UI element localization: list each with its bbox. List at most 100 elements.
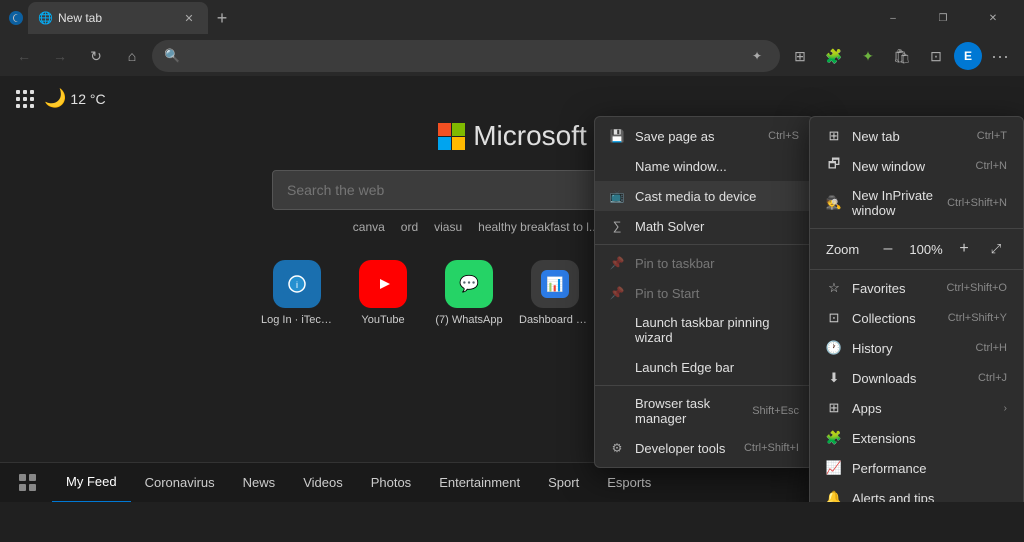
mm-inprivate[interactable]: 🕵 New InPrivate window Ctrl+Shift+N xyxy=(810,181,1023,225)
refresh-button[interactable]: ↻ xyxy=(80,40,112,72)
quick-link-breakfast[interactable]: healthy breakfast to l... xyxy=(474,218,603,236)
news-tab-coronavirus[interactable]: Coronavirus xyxy=(131,463,229,503)
settings-more-button[interactable]: ··· xyxy=(984,40,1016,72)
mm-new-tab-label: New tab xyxy=(852,129,900,144)
shortcut-itech[interactable]: i Log In · iTech... xyxy=(261,260,333,326)
news-tab-photos[interactable]: Photos xyxy=(357,463,425,503)
mm-downloads-shortcut: Ctrl+J xyxy=(978,372,1007,384)
new-tab-button[interactable]: + xyxy=(208,4,236,32)
save-icon: 💾 xyxy=(609,128,625,144)
shortcut-whatsapp-label: (7) WhatsApp xyxy=(433,314,505,326)
shortcut-youtube-label: YouTube xyxy=(347,314,419,326)
cm-task-manager[interactable]: Browser task manager Shift+Esc xyxy=(595,389,813,433)
profile-button[interactable]: E xyxy=(954,42,982,70)
workspaces-icon[interactable]: ⊡ xyxy=(920,40,952,72)
zoom-plus-button[interactable]: + xyxy=(951,236,977,262)
mm-collections-shortcut: Ctrl+Shift+Y xyxy=(948,312,1007,324)
svg-text:📊: 📊 xyxy=(546,276,563,293)
context-menu-small: 💾 Save page as Ctrl+S Name window... 📺 C… xyxy=(594,116,814,468)
sidebar-toggle-button[interactable]: ⊞ xyxy=(784,40,816,72)
tab-close-button[interactable]: ✕ xyxy=(180,9,198,27)
mm-downloads[interactable]: ⬇ Downloads Ctrl+J xyxy=(810,363,1023,393)
mm-new-window-shortcut: Ctrl+N xyxy=(976,160,1007,172)
cm-sep2 xyxy=(595,385,813,386)
svg-text:i: i xyxy=(296,280,298,290)
cm-save-page-as[interactable]: 💾 Save page as Ctrl+S xyxy=(595,121,813,151)
window-controls: – ❐ ✕ xyxy=(870,0,1016,36)
copilot-icon[interactable]: ✦ xyxy=(746,45,768,67)
main-menu: ⊞ New tab Ctrl+T 🗗 New window Ctrl+N 🕵 N… xyxy=(809,116,1024,502)
collections-icon: ⊡ xyxy=(826,310,842,326)
tab-title: New tab xyxy=(58,11,174,25)
shopping-icon[interactable]: 🛍 xyxy=(886,40,918,72)
zoom-row: Zoom – 100% + ⤢ xyxy=(810,232,1023,266)
shortcut-youtube[interactable]: YouTube xyxy=(347,260,419,326)
mm-favorites[interactable]: ☆ Favorites Ctrl+Shift+O xyxy=(810,273,1023,303)
wizard-icon xyxy=(609,322,625,338)
new-window-icon: 🗗 xyxy=(826,158,842,174)
cm-dev-tools[interactable]: ⚙ Developer tools Ctrl+Shift+I xyxy=(595,433,813,463)
restore-button[interactable]: ❐ xyxy=(920,0,966,36)
copilot-toolbar-icon[interactable]: ✦ xyxy=(852,40,884,72)
pin-start-icon: 📌 xyxy=(609,285,625,301)
quick-link-ord[interactable]: ord xyxy=(397,218,422,236)
apps-grid-icon[interactable] xyxy=(16,90,34,108)
back-button[interactable]: ← xyxy=(8,40,40,72)
mm-performance[interactable]: 📈 Performance xyxy=(810,453,1023,483)
mm-new-tab[interactable]: ⊞ New tab Ctrl+T xyxy=(810,121,1023,151)
news-tab-sport[interactable]: Sport xyxy=(534,463,593,503)
logo-area: Microsoft xyxy=(437,120,587,152)
toolbar-right: ⊞ 🧩 ✦ 🛍 ⊡ E ··· xyxy=(784,40,1016,72)
news-tab-myfeed[interactable]: My Feed xyxy=(52,463,131,503)
logo-text: Microsoft xyxy=(473,120,587,152)
close-button[interactable]: ✕ xyxy=(970,0,1016,36)
cm-launch-taskbar-wizard[interactable]: Launch taskbar pinning wizard xyxy=(595,308,813,352)
downloads-icon: ⬇ xyxy=(826,370,842,386)
cm-launch-wizard-label: Launch taskbar pinning wizard xyxy=(635,315,799,345)
zoom-percent: 100% xyxy=(907,242,945,257)
news-tab-videos[interactable]: Videos xyxy=(289,463,357,503)
address-right-icons: ✦ xyxy=(746,45,768,67)
cm-launch-edge-bar[interactable]: Launch Edge bar xyxy=(595,352,813,382)
home-button[interactable]: ⌂ xyxy=(116,40,148,72)
forward-button[interactable]: → xyxy=(44,40,76,72)
mm-new-window[interactable]: 🗗 New window Ctrl+N xyxy=(810,151,1023,181)
mm-collections-label: Collections xyxy=(852,311,916,326)
zoom-minus-button[interactable]: – xyxy=(875,236,901,262)
shortcut-itech-label: Log In · iTech... xyxy=(261,314,333,326)
mm-apps-label: Apps xyxy=(852,401,882,416)
browser-body: 🌙 12 °C Microsoft xyxy=(0,76,1024,542)
cm-pin-start: 📌 Pin to Start xyxy=(595,278,813,308)
news-tab-news[interactable]: News xyxy=(229,463,290,503)
minimize-button[interactable]: – xyxy=(870,0,916,36)
mm-collections[interactable]: ⊡ Collections Ctrl+Shift+Y xyxy=(810,303,1023,333)
task-manager-icon xyxy=(609,403,625,419)
cm-save-label: Save page as xyxy=(635,129,715,144)
mm-apps[interactable]: ⊞ Apps › xyxy=(810,393,1023,423)
news-grid-icon[interactable] xyxy=(16,471,40,495)
news-tab-esports[interactable]: Esports xyxy=(593,463,665,503)
mm-alerts-tips[interactable]: 🔔 Alerts and tips xyxy=(810,483,1023,502)
quick-link-viasu[interactable]: viasu xyxy=(430,218,466,236)
cm-edge-bar-label: Launch Edge bar xyxy=(635,360,734,375)
alerts-icon: 🔔 xyxy=(826,490,842,502)
new-tab-icon: ⊞ xyxy=(826,128,842,144)
mm-performance-label: Performance xyxy=(852,461,926,476)
news-tab-entertainment[interactable]: Entertainment xyxy=(425,463,534,503)
active-tab[interactable]: 🌐 New tab ✕ xyxy=(28,2,208,34)
address-bar[interactable]: 🔍 ✦ xyxy=(152,40,780,72)
mm-history[interactable]: 🕐 History Ctrl+H xyxy=(810,333,1023,363)
cm-cast-media[interactable]: 📺 Cast media to device xyxy=(595,181,813,211)
quick-link-canva[interactable]: canva xyxy=(349,218,389,236)
mm-new-window-label: New window xyxy=(852,159,925,174)
shortcut-whatsapp[interactable]: 💬 (7) WhatsApp xyxy=(433,260,505,326)
mm-extensions[interactable]: 🧩 Extensions xyxy=(810,423,1023,453)
cm-name-window[interactable]: Name window... xyxy=(595,151,813,181)
zoom-fullscreen-button[interactable]: ⤢ xyxy=(985,238,1007,260)
extensions-icon[interactable]: 🧩 xyxy=(818,40,850,72)
cm-task-shortcut: Shift+Esc xyxy=(752,405,799,417)
shortcut-dashboard[interactable]: 📊 Dashboard + ... xyxy=(519,260,591,326)
cm-save-shortcut: Ctrl+S xyxy=(768,130,799,142)
address-input[interactable] xyxy=(188,48,738,64)
cm-math-solver[interactable]: ∑ Math Solver xyxy=(595,211,813,241)
